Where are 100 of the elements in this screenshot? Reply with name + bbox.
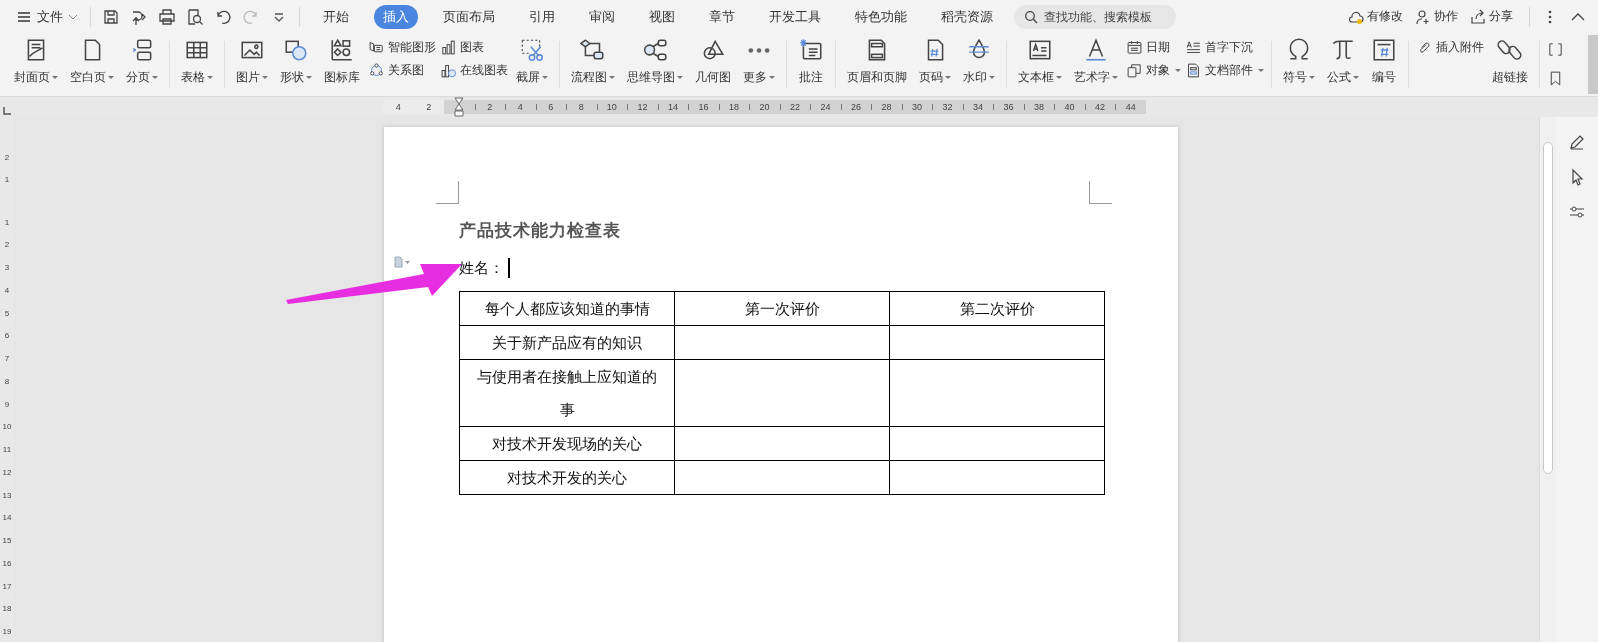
ribbon-button[interactable]: 超链接 — [1488, 33, 1532, 96]
ruler-number: 10 — [2, 421, 12, 434]
ribbon-button[interactable]: 思维导图 — [623, 33, 687, 96]
ribbon-tab[interactable]: 开始 — [314, 4, 358, 29]
ribbon-button[interactable]: 文档部件 — [1185, 62, 1264, 79]
ribbon-button[interactable]: 图片 — [232, 33, 272, 96]
ruler-number: 40 — [1054, 100, 1085, 114]
ribbon-button[interactable]: 批注 — [794, 33, 828, 96]
caret-icon — [769, 76, 775, 79]
ruler-number: 20 — [749, 100, 780, 114]
table-header-cell: 每个人都应该知道的事情 — [459, 291, 675, 326]
ribbon-tab[interactable]: 插入 — [374, 4, 418, 29]
ribbon-tab[interactable]: 稻壳资源 — [932, 4, 1002, 29]
ribbon-button[interactable]: 关系图 — [368, 62, 436, 79]
caret-icon — [989, 76, 995, 79]
caret-icon — [609, 76, 615, 79]
caret-icon — [262, 76, 268, 79]
ribbon-button[interactable]: 几何图 — [691, 33, 735, 96]
ribbon-tab[interactable]: 特色功能 — [846, 4, 916, 29]
ruler-number: 2 — [413, 100, 445, 114]
ribbon-tab[interactable]: 开发工具 — [760, 4, 830, 29]
table-cell: 对技术开发现场的关心 — [459, 426, 675, 461]
ribbon-tab[interactable]: 视图 — [640, 4, 684, 29]
ribbon-button[interactable]: 图表 — [440, 39, 508, 56]
table-cell: 与使用者在接触上应知道的事 — [459, 359, 675, 427]
ruler-number: 32 — [932, 100, 963, 114]
ribbon-button[interactable]: 日期 — [1126, 39, 1181, 56]
print-icon[interactable] — [158, 7, 176, 26]
ruler-number: 14 — [657, 100, 689, 114]
ruler-number: 4 — [4, 284, 10, 297]
ruler-number: 5 — [4, 307, 10, 320]
ribbon-button[interactable]: 空白页 — [66, 33, 118, 96]
ribbon-button[interactable]: 艺术字 — [1070, 33, 1122, 96]
ruler-number: 6 — [535, 100, 567, 114]
ribbon-button[interactable]: 在线图表 — [440, 62, 508, 79]
ruler-number: 38 — [1023, 100, 1055, 114]
ruler-number: 7 — [4, 353, 10, 366]
ribbon-button[interactable]: 分页 — [122, 33, 162, 96]
ribbon-button[interactable]: 流程图 — [567, 33, 619, 96]
cycle-icon — [368, 62, 385, 79]
ribbon-button[interactable]: 截屏 — [512, 33, 552, 96]
tab-stop-icon[interactable] — [2, 106, 12, 116]
ribbon-tab[interactable]: 页面布局 — [434, 4, 504, 29]
ruler-number: 14 — [2, 512, 12, 525]
ruler-number: 1 — [4, 174, 10, 187]
ribbon-button[interactable]: 表格 — [177, 33, 217, 96]
unsaved-changes-button[interactable]: 有修改 — [1348, 8, 1403, 25]
caret-icon — [152, 76, 158, 79]
ribbon-button[interactable]: 水印 — [959, 33, 999, 96]
ruler-number: 16 — [2, 557, 12, 570]
collaborate-button[interactable]: 协作 — [1415, 8, 1458, 25]
table-header-cell: 第一次评价 — [674, 291, 890, 326]
ribbon-tab[interactable]: 审阅 — [580, 4, 624, 29]
ribbon-button[interactable]: 首字下沉 — [1185, 39, 1264, 56]
share-icon — [1470, 8, 1486, 25]
ruler-number: 16 — [688, 100, 719, 114]
ruler-number: 8 — [566, 100, 597, 114]
save-icon[interactable] — [102, 7, 120, 26]
ribbon-button[interactable]: 更多 — [739, 33, 779, 96]
ribbon-button[interactable]: 页眉和页脚 — [843, 33, 911, 96]
ribbon-button[interactable]: 对象 — [1126, 62, 1181, 79]
ribbon-button[interactable]: 符号 — [1279, 33, 1319, 96]
ruler-number: 28 — [871, 100, 902, 114]
ribbon-button[interactable]: 形状 — [276, 33, 316, 96]
add-user-icon — [1415, 8, 1431, 25]
ruler-number: 18 — [2, 603, 12, 616]
text-cursor — [508, 258, 510, 278]
caret-icon — [108, 76, 114, 79]
ribbon-button[interactable]: 封面页 — [10, 33, 62, 96]
bracket-icon[interactable] — [1547, 41, 1564, 58]
ribbon-button[interactable]: 公式 — [1323, 33, 1363, 96]
ribbon-button[interactable]: 页码 — [915, 33, 955, 96]
ribbon-button[interactable]: 图标库 — [320, 33, 364, 96]
indent-marker-icon[interactable] — [454, 97, 465, 117]
print-preview-icon[interactable] — [186, 7, 204, 26]
ribbon-button[interactable]: 插入附件 — [1416, 39, 1484, 56]
search-icon — [1024, 9, 1038, 24]
ribbon-button[interactable]: 智能图形 — [368, 39, 436, 56]
search-field[interactable]: 查找功能、搜索模板 — [1014, 4, 1176, 29]
shapes-icon — [329, 37, 355, 63]
ruler-number: 6 — [4, 330, 10, 343]
ruler-number: 12 — [627, 100, 658, 114]
ruler-number: 2 — [4, 151, 10, 164]
ribbon-tab[interactable]: 章节 — [700, 4, 744, 29]
ruler-number: 44 — [1115, 100, 1146, 114]
file-menu[interactable]: 文件 — [12, 5, 82, 28]
ruler-number: 13 — [2, 489, 12, 502]
scrollbar[interactable] — [1539, 117, 1556, 642]
ruler-number: 8 — [4, 375, 10, 388]
pen-icon[interactable] — [1568, 133, 1586, 151]
ribbon-tab[interactable]: 引用 — [520, 4, 564, 29]
ribbon-button[interactable]: 文本框 — [1014, 33, 1066, 96]
ribbon-button[interactable]: 编号 — [1367, 33, 1401, 96]
ruler-number: 11 — [2, 444, 12, 457]
share-button[interactable]: 分享 — [1470, 8, 1513, 25]
ruler-number: 24 — [810, 100, 841, 114]
sliders-icon[interactable] — [1568, 203, 1586, 221]
bar-chart-icon — [440, 62, 457, 79]
caret-icon — [306, 76, 312, 79]
scrollbar-thumb[interactable] — [1543, 142, 1553, 474]
